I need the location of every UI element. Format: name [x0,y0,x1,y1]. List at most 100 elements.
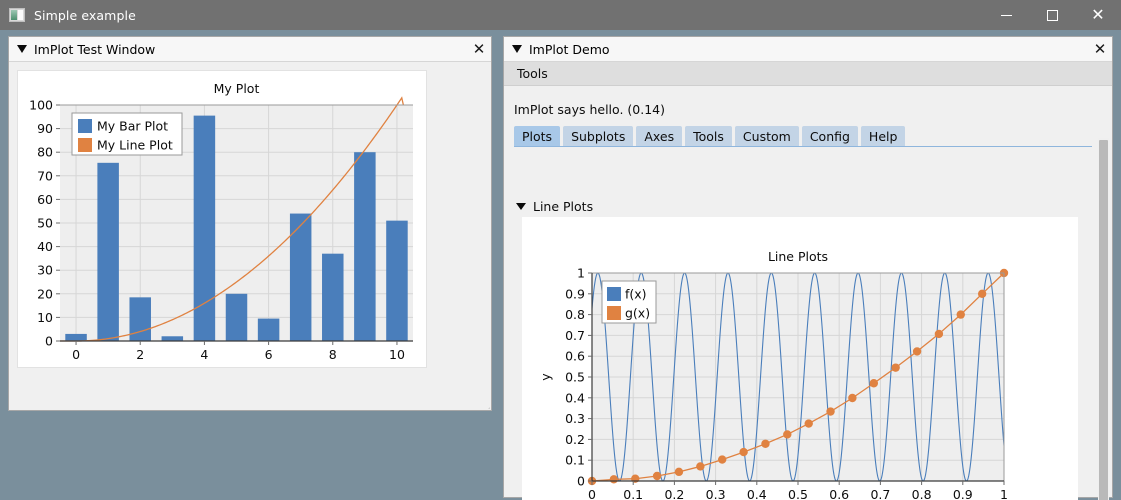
maximize-icon [1046,9,1058,21]
bar[interactable] [161,336,184,341]
line-plots-canvas[interactable]: Line Plots 0 0.1 0.2 0.3 0.4 0.5 0.6 0.7 0.8 0.9 1 0… [522,217,1078,500]
section-header-line-plots[interactable]: Line Plots [516,199,593,214]
data-point-gx[interactable] [652,471,662,481]
ytick-label: 90 [37,121,53,136]
xtick-label: 0.2 [664,487,684,500]
ytick-label: 100 [29,98,53,113]
ytick-label: 0 [45,334,53,349]
xtick-label: 10 [389,347,405,362]
legend-label[interactable]: f(x) [625,287,647,302]
data-point-gx[interactable] [696,462,705,471]
legend-label[interactable]: My Bar Plot [97,119,168,134]
xtick-label: 0.9 [953,487,973,500]
tab-config[interactable]: Config [801,126,858,146]
data-point-gx[interactable] [912,347,922,356]
my-plot-canvas[interactable]: My Plot 0 10 20 30 40 50 60 70 80 90 100 0 2 4 6 8 10 My B… [18,71,428,369]
implot-test-window-title: ImPlot Test Window [34,41,156,57]
tab-bar[interactable]: Plots Subplots Axes Tools Custom Config … [514,126,1092,147]
data-point-gx[interactable] [609,475,619,484]
xtick-label: 0 [72,347,80,362]
tab-help[interactable]: Help [860,126,906,146]
implot-demo-title: ImPlot Demo [529,41,610,57]
legend-swatch[interactable] [78,119,92,133]
ytick-label: 0.2 [565,432,585,447]
minimize-icon [1000,14,1012,16]
implot-demo-titlebar[interactable]: ImPlot Demo ✕ [504,37,1112,62]
data-point-gx[interactable] [717,455,727,464]
tab-subplots[interactable]: Subplots [563,126,634,146]
my-plot-title: My Plot [214,81,260,96]
vertical-scrollbar[interactable] [1098,138,1109,500]
implot-demo-body: ImPlot says hello. (0.14) Plots Subplots… [504,86,1112,500]
data-point-gx[interactable] [631,474,640,483]
collapse-arrow-down-icon[interactable] [17,45,27,53]
data-point-gx[interactable] [739,447,748,457]
data-point-gx[interactable] [761,439,770,448]
xtick-label: 0.7 [870,487,890,500]
menu-item-tools[interactable]: Tools [509,64,556,83]
ytick-label: 70 [37,168,53,183]
resize-grip[interactable] [474,393,490,409]
data-point-gx[interactable] [891,363,900,372]
xtick-label: 8 [329,347,337,362]
xtick-label: 0 [588,487,596,500]
app-image-icon [9,8,25,22]
implot-demo-window[interactable]: ImPlot Demo ✕ Tools ImPlot says hello. (… [503,36,1113,500]
scrollbar-thumb[interactable] [1099,140,1108,500]
bar[interactable] [322,253,344,341]
hello-status-text: ImPlot says hello. (0.14) [514,102,665,117]
maximize-button[interactable] [1029,0,1075,30]
xtick-label: 0.1 [623,487,643,500]
tab-plots[interactable]: Plots [514,126,561,146]
line-plots-card[interactable]: Line Plots 0 0.1 0.2 0.3 0.4 0.5 0.6 0.7 0.8 0.9 1 0… [522,217,1078,500]
data-point-gx[interactable] [848,393,857,403]
implot-demo-close-icon[interactable]: ✕ [1088,37,1112,62]
bar[interactable] [129,297,151,341]
bar[interactable] [386,220,408,341]
bar[interactable] [257,318,280,341]
xtick-label: 0.5 [788,487,808,500]
xtick-label: 1 [1000,487,1008,500]
ytick-label: 0.8 [565,307,585,322]
ytick-label: 20 [37,286,53,301]
xtick-label: 2 [136,347,144,362]
tab-custom[interactable]: Custom [734,126,799,146]
legend-swatch[interactable] [607,287,621,301]
minimize-button[interactable] [983,0,1029,30]
ytick-label: 10 [37,310,53,325]
legend-swatch[interactable] [607,306,621,320]
data-point-gx[interactable] [934,329,944,339]
xtick-label: 0.8 [912,487,932,500]
implot-test-window[interactable]: ImPlot Test Window ✕ My Plot 0 10 20 30 40 50 6… [8,36,492,411]
tab-tools[interactable]: Tools [685,126,732,146]
close-button[interactable]: ✕ [1075,0,1121,30]
ytick-label: 30 [37,263,53,278]
legend-swatch[interactable] [78,138,92,152]
data-point-gx[interactable] [826,407,835,416]
my-plot-card[interactable]: My Plot 0 10 20 30 40 50 60 70 80 90 100 0 2 4 6 8 10 My B… [17,70,427,368]
bar[interactable] [65,333,87,341]
data-point-gx[interactable] [977,289,987,298]
data-point-gx[interactable] [674,467,684,477]
legend-label[interactable]: g(x) [625,306,650,321]
window-title: Simple example [34,7,136,23]
data-point-gx[interactable] [783,430,792,439]
xtick-label: 0.4 [747,487,767,500]
bar[interactable] [225,293,248,341]
bar[interactable] [354,152,376,341]
ytick-label: 50 [37,216,53,231]
ytick-label: 0.1 [565,453,585,468]
legend-label[interactable]: My Line Plot [97,138,173,153]
bar[interactable] [97,162,119,341]
implot-test-window-close-icon[interactable]: ✕ [467,37,491,62]
ytick-label: 0.5 [565,370,585,385]
data-point-gx[interactable] [869,379,879,388]
tab-axes[interactable]: Axes [636,126,683,146]
os-titlebar[interactable]: Simple example ✕ [0,0,1121,30]
implot-test-window-titlebar[interactable]: ImPlot Test Window ✕ [9,37,491,62]
data-point-gx[interactable] [804,419,813,428]
collapse-arrow-down-icon-demo[interactable] [512,45,522,53]
data-point-gx[interactable] [956,310,965,319]
menubar[interactable]: Tools [504,62,1112,86]
implot-test-window-body: My Plot 0 10 20 30 40 50 60 70 80 90 100 0 2 4 6 8 10 My B… [9,62,491,410]
